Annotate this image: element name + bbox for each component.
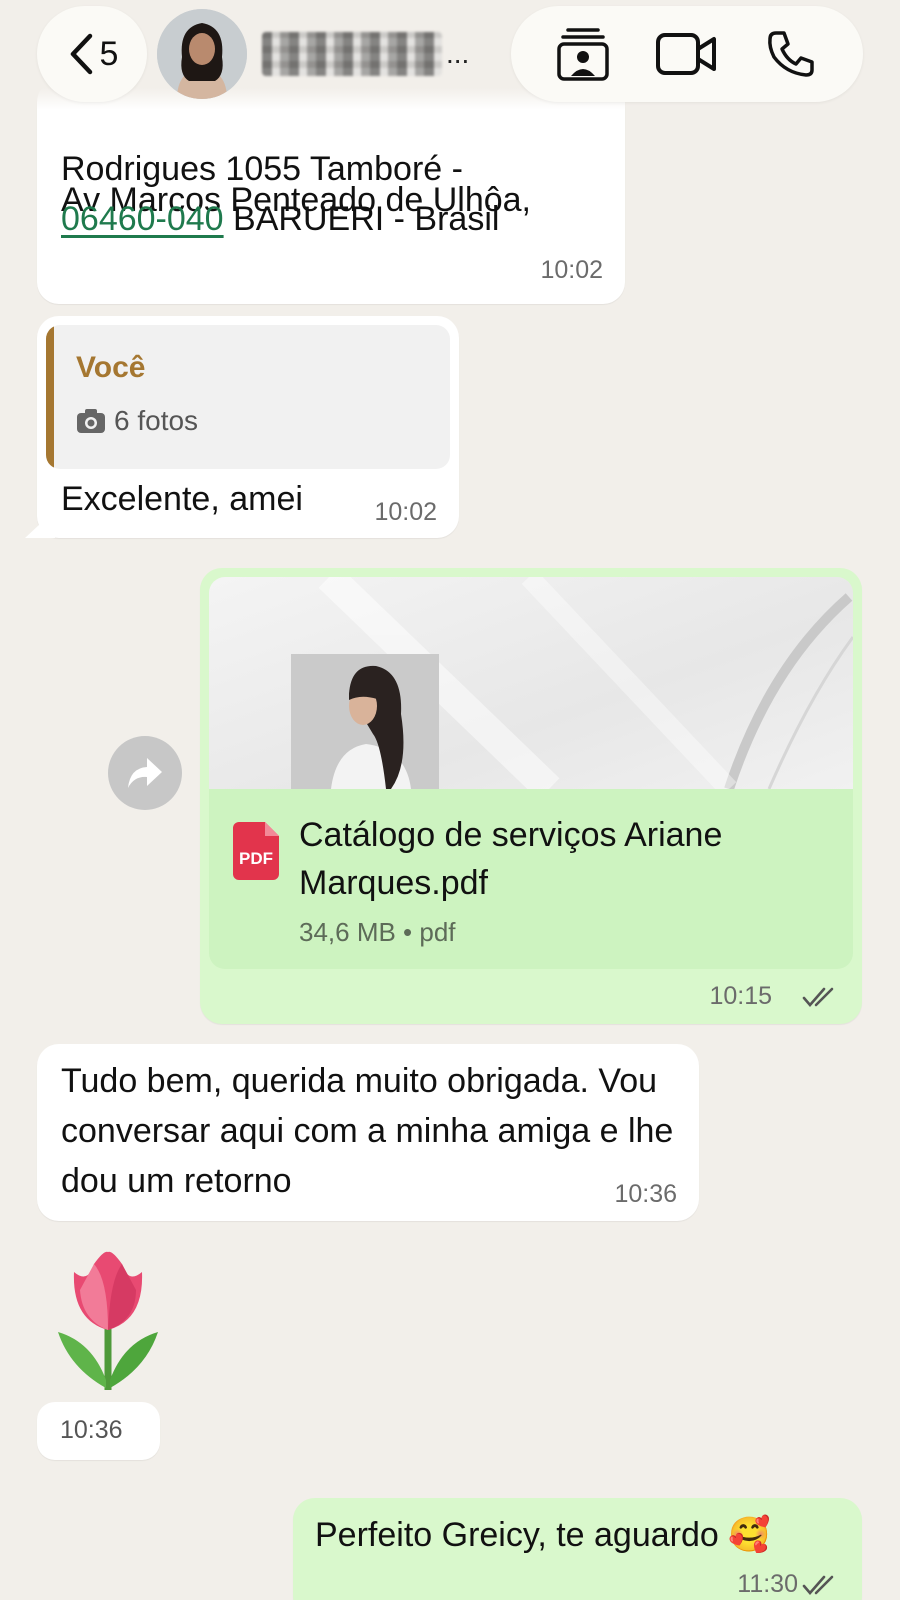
read-receipt-icon [802,987,834,1007]
forward-button[interactable] [108,736,182,810]
pdf-icon-label: PDF [239,849,273,868]
avatar-photo [157,9,247,99]
message-time: 10:36 [614,1180,677,1208]
contact-card-icon [557,28,609,81]
pdf-file-icon: PDF [233,822,279,880]
message-text: Tudo bem, querida muito obrigada. Vou co… [61,1062,674,1200]
message-incoming-reply[interactable]: Você 6 fotos Excelente, amei 10:02 [37,316,459,538]
header-actions [511,6,863,102]
contact-name[interactable]: ... [262,24,482,84]
message-time: 10:36 [60,1416,123,1444]
message-line: 06460-040 BARUERI - Brasil [61,200,499,239]
unread-count: 5 [99,34,119,73]
video-camera-icon [656,33,716,75]
chevron-left-icon [70,33,92,75]
message-time: 10:02 [540,256,603,284]
quoted-message[interactable]: Você 6 fotos [46,325,450,469]
message-text: Excelente, amei [61,480,303,518]
voice-call-button[interactable] [756,19,826,89]
document-preview[interactable] [209,577,853,789]
quote-meta-text: 6 fotos [114,405,199,436]
contact-avatar[interactable] [157,9,247,99]
quote-author: Você [76,351,146,384]
contact-card-button[interactable] [548,19,618,89]
read-receipt-icon [802,1575,834,1595]
camera-icon [77,409,105,433]
name-ellipsis: ... [446,38,470,69]
message-time: 10:15 [709,982,772,1010]
message-line: Rodrigues 1055 Tamboré - [61,150,463,188]
message-time: 10:02 [374,498,437,526]
zip-code-link[interactable]: 06460-040 [61,200,224,238]
message-outgoing-text[interactable]: Perfeito Greicy, te aguardo 🥰 11:30 [293,1498,862,1600]
forward-icon [128,758,162,788]
phone-icon [768,31,814,77]
chat-header: 5 ... [0,0,900,110]
message-text: Perfeito Greicy, te aguardo 🥰 [315,1516,771,1554]
document-meta: 34,6 MB • pdf [299,917,456,947]
tulip-emoji[interactable] [52,1250,164,1392]
blurred-name [262,32,442,76]
message-time: 11:30 [737,1570,798,1598]
message-outgoing-document[interactable]: PDF Catálogo de serviços Ariane Marques.… [200,568,862,1024]
message-incoming-address[interactable]: Av Marcos Penteado de Ulhôa, Rodrigues 1… [37,80,625,304]
emoji-time-bubble: 10:36 [37,1402,160,1460]
document-photo [291,654,439,789]
message-line-rest: BARUERI - Brasil [223,200,500,238]
document-info[interactable]: PDF Catálogo de serviços Ariane Marques.… [209,789,853,969]
quote-meta: 6 fotos [76,405,198,437]
document-name: Catálogo de serviços Ariane Marques.pdf [299,816,723,902]
back-button[interactable]: 5 [37,6,147,102]
video-call-button[interactable] [652,19,722,89]
message-incoming-text[interactable]: Tudo bem, querida muito obrigada. Vou co… [37,1044,699,1221]
